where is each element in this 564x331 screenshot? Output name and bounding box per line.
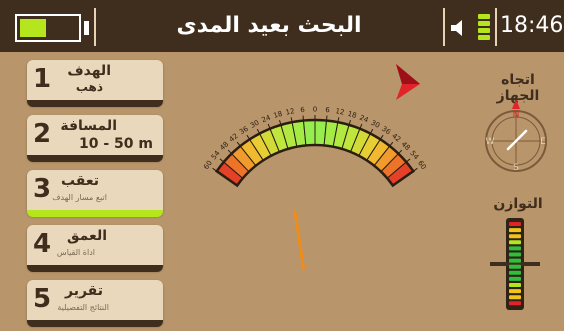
signal-icon	[478, 14, 490, 44]
meter-tick	[379, 134, 384, 140]
balance-segment	[509, 289, 521, 294]
balance-segment	[509, 234, 521, 239]
meter-tick-label: 6	[325, 106, 331, 114]
menu-subtitle: اتبع مسار الهدف	[52, 193, 107, 202]
menu-bar-active	[27, 210, 163, 217]
meter-tick	[397, 149, 403, 155]
header-divider	[94, 8, 96, 46]
menu-number: 2	[33, 119, 52, 149]
meter-tick	[389, 141, 394, 147]
meter-needle	[293, 210, 306, 270]
meter-tick-label: 54	[408, 149, 420, 161]
meter-tick-label: 0	[313, 106, 317, 114]
meter-tick-label: 24	[358, 114, 370, 125]
meter-tick-label: 42	[390, 132, 402, 144]
battery-icon	[15, 14, 81, 42]
menu-subtitle: النتائج التفصيلية	[57, 303, 109, 312]
meter-tick-label: 42	[228, 132, 240, 144]
compass-e: E	[540, 137, 546, 147]
battery-fill	[20, 19, 46, 37]
balance-level-indicator	[490, 218, 540, 310]
meter-tick	[219, 158, 225, 163]
menu-bar	[27, 155, 163, 162]
balance-segment	[509, 270, 521, 275]
menu-number: 4	[33, 229, 52, 259]
balance-segment	[509, 295, 521, 300]
menu-label: تقرير	[64, 283, 103, 299]
balance-segment	[509, 283, 521, 287]
menu-number: 5	[33, 284, 52, 314]
header-divider	[443, 8, 445, 46]
battery-tip	[84, 21, 89, 35]
menu-item-depth[interactable]: 4 العمق اداة القياس	[27, 225, 163, 272]
menu-label: المسافة	[60, 118, 117, 134]
meter-tick-label: 60	[416, 159, 428, 171]
menu-label: الهدف	[67, 63, 111, 79]
compass-w: W	[486, 137, 495, 147]
meter-tick-label: 30	[369, 119, 381, 130]
balance-segment	[509, 228, 521, 233]
menu-item-report[interactable]: 5 تقرير النتائج التفصيلية	[27, 280, 163, 327]
meter-tick	[405, 158, 411, 163]
meter-tick-label: 12	[285, 107, 295, 117]
meter-tick-label: 30	[249, 119, 261, 130]
header-bar: البحث بعيد المدى 18:46	[0, 0, 564, 52]
menu-number: 3	[33, 174, 52, 204]
balance-segment	[509, 252, 521, 257]
menu-number: 1	[33, 64, 52, 94]
compass-icon: N S W E	[485, 99, 547, 173]
menu-bar	[27, 265, 163, 272]
balance-segment	[509, 258, 521, 263]
speaker-icon[interactable]	[449, 18, 469, 38]
meter-segment	[302, 119, 316, 146]
compass-n: N	[513, 110, 520, 120]
meter-tick	[212, 167, 217, 172]
menu-subtitle: اداة القياس	[56, 248, 95, 257]
header-divider	[495, 8, 497, 46]
balance-segment	[509, 301, 521, 306]
menu-value: 10 - 50 m	[79, 136, 153, 152]
balance-segment	[509, 240, 521, 245]
page-title: البحث بعيد المدى	[176, 13, 362, 38]
meter-tick-label: 36	[380, 125, 392, 137]
balance-label: التوازن	[493, 196, 543, 212]
meter-tick-label: 18	[273, 110, 284, 120]
meter-tick-label: 18	[347, 110, 358, 120]
menu-item-track[interactable]: 3 تعقب اتبع مسار الهدف	[27, 170, 163, 217]
meter-tick-label: 60	[202, 159, 214, 171]
meter-tick	[227, 149, 233, 155]
menu-item-distance[interactable]: 2 المسافة 10 - 50 m	[27, 115, 163, 162]
clock: 18:46	[500, 13, 564, 38]
meter-tick-label: 24	[260, 113, 272, 124]
meter-tick-label: 12	[335, 107, 345, 117]
meter-tick	[246, 134, 251, 140]
balance-segment	[509, 264, 521, 269]
meter-tick	[236, 141, 241, 147]
meter-tick-label: 6	[300, 106, 306, 114]
signal-meter: 605448423630 24 18 12 6 0 6 12 18 24 303642485460	[202, 106, 428, 270]
balance-segment	[509, 246, 521, 251]
menu-label: تعقب	[60, 173, 99, 189]
balance-segment	[509, 222, 521, 226]
menu-value: ذهب	[75, 80, 103, 94]
compass-s: S	[513, 163, 519, 173]
menu-bar	[27, 320, 163, 327]
menu-item-target[interactable]: 1 الهدف ذهب	[27, 60, 163, 107]
balance-segment	[509, 276, 521, 281]
menu-label: العمق	[67, 228, 107, 244]
meter-tick-label: 36	[238, 124, 250, 136]
menu-bar	[27, 100, 163, 107]
meter-tick	[413, 167, 418, 172]
